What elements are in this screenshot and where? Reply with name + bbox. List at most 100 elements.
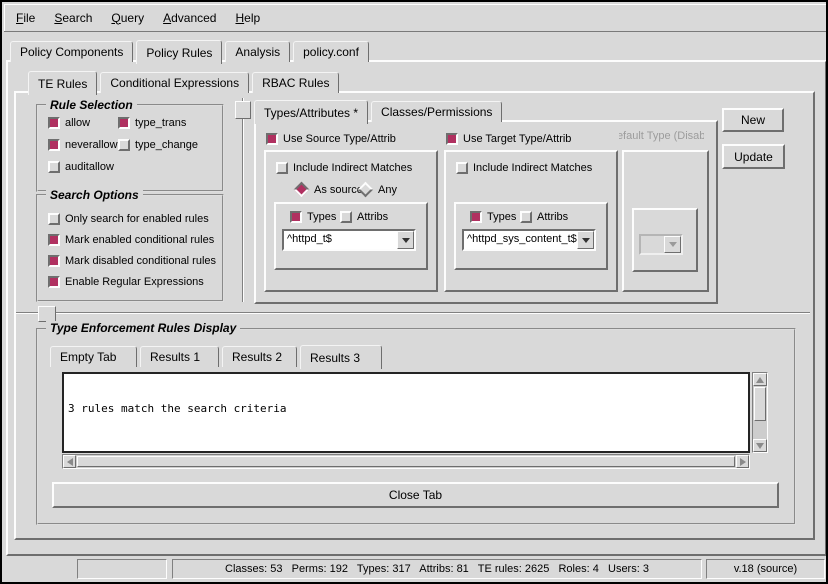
tab-policy-conf[interactable]: policy.conf: [293, 41, 369, 62]
tab-policy-components[interactable]: Policy Components: [10, 41, 133, 62]
checkbox-mark-enabled-conditional[interactable]: Mark enabled conditional rules: [48, 233, 214, 246]
menu-item-help[interactable]: Help: [235, 11, 260, 25]
dropdown-arrow-icon[interactable]: [577, 231, 594, 249]
checkbox-label: auditallow: [65, 161, 114, 173]
source-type-combobox[interactable]: ^httpd_t$: [282, 229, 416, 251]
types-attributes-tab-bar: Types/Attributes * Classes/Permissions: [254, 98, 505, 122]
menu-bar: File Search Query Advanced Help: [4, 4, 828, 32]
menu-item-advanced[interactable]: Advanced: [163, 11, 216, 25]
checkbox-neverallow[interactable]: neverallow: [48, 138, 118, 151]
combobox-value: ^httpd_t$: [284, 231, 397, 249]
checkbox-label: type_change: [135, 139, 198, 151]
checkbox-label: Use Target Type/Attrib: [463, 133, 571, 145]
horizontal-sash-handle[interactable]: [38, 306, 56, 322]
checkbox-indicator: [48, 139, 60, 151]
tab-te-rules[interactable]: TE Rules: [28, 71, 97, 95]
checkbox-label: Mark enabled conditional rules: [65, 234, 214, 246]
checkbox-label: Use Source Type/Attrib: [283, 133, 396, 145]
menu-item-query[interactable]: Query: [111, 11, 144, 25]
default-type-label-text: Default Type (Disabled: [619, 130, 704, 142]
checkbox-indicator: [276, 162, 288, 174]
menu-item-file[interactable]: File: [16, 11, 35, 25]
checkbox-label: type_trans: [135, 117, 186, 129]
checkbox-indicator: [48, 276, 60, 288]
tab-results-3[interactable]: Results 3: [300, 345, 382, 369]
checkbox-source-indirect[interactable]: Include Indirect Matches: [276, 161, 412, 174]
radio-label: As source: [314, 184, 363, 196]
scrollbar-thumb[interactable]: [77, 456, 735, 467]
results-textarea[interactable]: 3 rules match the search criteria (5822)…: [62, 372, 750, 453]
checkbox-only-enabled-rules[interactable]: Only search for enabled rules: [48, 212, 209, 225]
update-button[interactable]: Update: [722, 144, 785, 169]
checkbox-label: neverallow: [65, 139, 118, 151]
combobox-value: [641, 236, 664, 253]
checkbox-type-trans[interactable]: type_trans: [118, 116, 186, 129]
menu-item-search[interactable]: Search: [54, 11, 92, 25]
checkbox-use-target[interactable]: Use Target Type/Attrib: [446, 132, 571, 145]
checkbox-indicator: [470, 211, 482, 223]
checkbox-indicator: [118, 117, 130, 129]
results-horizontal-scrollbar[interactable]: [62, 454, 750, 469]
tab-results-2[interactable]: Results 2: [222, 346, 297, 367]
radio-as-source[interactable]: As source: [294, 183, 363, 196]
checkbox-indicator: [520, 211, 532, 223]
vertical-sash: [242, 98, 244, 302]
tab-conditional-expressions[interactable]: Conditional Expressions: [100, 72, 249, 93]
tab-rbac-rules[interactable]: RBAC Rules: [252, 72, 339, 93]
checkbox-source-types[interactable]: Types: [290, 210, 336, 223]
tab-results-1[interactable]: Results 1: [140, 346, 219, 367]
checkbox-indicator: [48, 161, 60, 173]
checkbox-use-source[interactable]: Use Source Type/Attrib: [266, 132, 396, 145]
combobox-value: ^httpd_sys_content_t$: [464, 231, 577, 249]
tab-analysis[interactable]: Analysis: [225, 41, 290, 62]
checkbox-label: Types: [307, 211, 336, 223]
checkbox-source-attribs[interactable]: Attribs: [340, 210, 388, 223]
scrollbar-thumb[interactable]: [754, 387, 766, 421]
status-stats: Classes: 53 Perms: 192 Types: 317 Attrib…: [172, 559, 702, 579]
checkbox-label: Include Indirect Matches: [473, 162, 592, 174]
main-tab-bar: Policy Components Policy Rules Analysis …: [10, 38, 372, 62]
scrollbar-trough[interactable]: [753, 422, 767, 439]
checkbox-target-indirect[interactable]: Include Indirect Matches: [456, 161, 592, 174]
tab-empty-tab[interactable]: Empty Tab: [50, 346, 137, 367]
checkbox-indicator: [48, 255, 60, 267]
checkbox-auditallow[interactable]: auditallow: [48, 160, 114, 173]
default-type-label: Default Type (Disabled: [619, 130, 704, 144]
status-version: v.18 (source): [706, 559, 825, 579]
checkbox-indicator: [290, 211, 302, 223]
checkbox-indicator: [340, 211, 352, 223]
checkbox-mark-disabled-conditional[interactable]: Mark disabled conditional rules: [48, 254, 216, 267]
status-left-panel: [77, 559, 167, 579]
vertical-sash-handle[interactable]: [235, 101, 251, 119]
dropdown-arrow-icon[interactable]: [397, 231, 414, 249]
checkbox-label: Enable Regular Expressions: [65, 276, 204, 288]
rule-selection-title: Rule Selection: [46, 98, 137, 112]
scroll-right-icon[interactable]: [736, 455, 749, 468]
checkbox-enable-regex[interactable]: Enable Regular Expressions: [48, 275, 204, 288]
scroll-up-icon[interactable]: [753, 373, 767, 386]
scroll-down-icon[interactable]: [753, 439, 767, 452]
scroll-left-icon[interactable]: [63, 455, 76, 468]
checkbox-target-attribs[interactable]: Attribs: [520, 210, 568, 223]
checkbox-label: Attribs: [537, 211, 568, 223]
checkbox-label: Only search for enabled rules: [65, 213, 209, 225]
checkbox-label: allow: [65, 117, 90, 129]
tab-policy-rules[interactable]: Policy Rules: [136, 40, 222, 64]
tab-classes-permissions[interactable]: Classes/Permissions: [371, 101, 502, 122]
checkbox-label: Types: [487, 211, 516, 223]
checkbox-allow[interactable]: allow: [48, 116, 90, 129]
checkbox-type-change[interactable]: type_change: [118, 138, 198, 151]
tab-types-attributes[interactable]: Types/Attributes *: [254, 100, 368, 124]
results-vertical-scrollbar[interactable]: [752, 372, 768, 453]
checkbox-indicator: [456, 162, 468, 174]
checkbox-indicator: [266, 133, 278, 145]
checkbox-indicator: [48, 234, 60, 246]
checkbox-target-types[interactable]: Types: [470, 210, 516, 223]
target-type-combobox[interactable]: ^httpd_sys_content_t$: [462, 229, 596, 251]
results-group-title: Type Enforcement Rules Display: [46, 321, 240, 335]
new-button[interactable]: New: [722, 108, 784, 132]
radio-indicator: [294, 182, 310, 198]
close-tab-button[interactable]: Close Tab: [52, 482, 779, 508]
radio-any[interactable]: Any: [358, 183, 397, 196]
horizontal-sash: [16, 312, 810, 314]
